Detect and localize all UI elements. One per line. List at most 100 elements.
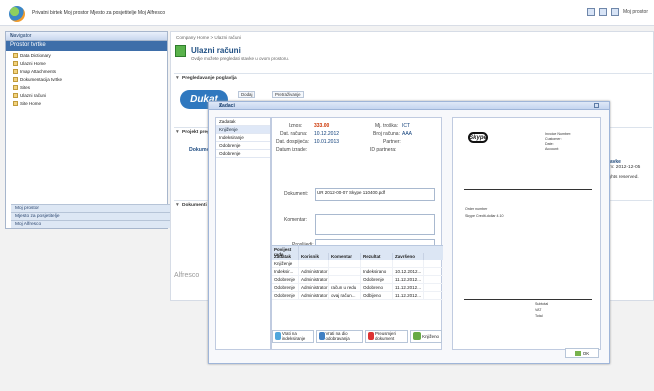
history-title: Povijest rada — [272, 246, 299, 257]
add-button[interactable]: Dodaj — [238, 91, 256, 98]
search-icon[interactable] — [586, 8, 595, 16]
invoice-divider — [464, 299, 592, 300]
folder-icon — [13, 68, 18, 74]
history-table-header: Povijest rada — [272, 246, 443, 257]
booked-button[interactable]: Knjiženo — [410, 329, 442, 343]
close-icon[interactable]: × — [219, 103, 606, 109]
nav-item-data-dictionary[interactable]: Data Dictionary — [6, 51, 167, 59]
section-header-preview[interactable]: ▼ Pregledavanje poglavlja — [174, 73, 652, 83]
cost-center-label: Mj. troška: — [375, 123, 399, 129]
top-toolbar: Moj prostor — [586, 8, 648, 16]
folder-icon — [13, 52, 18, 58]
home-icon[interactable] — [598, 8, 607, 16]
user-icon — [318, 332, 325, 340]
page-description: Ovdje možete pregledati stavke u ovom pr… — [191, 56, 290, 61]
table-row[interactable]: Odobrenje Administrator Odobrenje 11.12.201… — [272, 276, 443, 284]
return-approval-button[interactable]: Vrati na dio odobravanja — [315, 329, 364, 343]
invoice-number-value: AAA — [402, 131, 413, 137]
vat-label: VAT — [535, 308, 542, 312]
created-date-label: Datum izrade: — [276, 147, 308, 153]
top-bar: Privatni birtek Moj prostor Mjesto za po… — [0, 0, 654, 26]
redirect-button[interactable]: Preusmjeri dokument — [365, 329, 409, 343]
page-title: Ulazni računi — [191, 46, 241, 55]
invoice-task-form: Iznos: 333.00 Dat. računa: 10.12.2012 Dat.… — [271, 117, 443, 350]
partner-id-label: ID partnera: — [370, 147, 397, 153]
nav-item-sites[interactable]: Sites — [6, 83, 167, 91]
tab-task[interactable]: Zadatak — [216, 118, 270, 126]
tab-booking[interactable]: Knjiženje — [216, 126, 270, 134]
alfresco-footer-logo: Alfresco — [174, 272, 200, 279]
skype-logo: Skype — [468, 132, 488, 143]
top-right-link[interactable]: Moj prostor — [623, 9, 648, 15]
folder-icon — [13, 60, 18, 66]
collapse-icon: ▼ — [175, 130, 180, 135]
folder-icon — [13, 76, 18, 82]
due-date-label: Dat. dospijeća: — [276, 139, 310, 145]
history-table: Povijest rada Zadatak Korisnik Komentar Rez… — [272, 245, 443, 308]
nav-item-invoices[interactable]: Ulazni računi — [6, 91, 167, 99]
search-button[interactable]: Pretraživanje — [272, 91, 304, 98]
folder-icon — [13, 84, 18, 90]
nav-item-ulazni-home[interactable]: Ulazni Home — [6, 59, 167, 67]
subtotal-label: Subtotal — [535, 302, 549, 306]
navigator-header: Navigator ↻ — [6, 32, 167, 41]
invoice-number-label: Broj računa: — [373, 131, 400, 137]
collapse-icon: ▼ — [175, 76, 180, 81]
total-label: Total — [535, 314, 543, 318]
table-row[interactable]: Knjiženje — [272, 260, 443, 268]
guest-space-link[interactable]: Mjesto za posjetitelje — [11, 212, 172, 220]
refresh-icon[interactable]: ↻ — [10, 33, 164, 39]
tab-indexing[interactable]: Indeksiranje — [216, 134, 270, 142]
folder-page-icon — [175, 45, 186, 57]
tab-approval-1[interactable]: Odobrenje — [216, 142, 270, 150]
invoice-header-line: Date: — [545, 142, 554, 146]
invoice-item: Skype Credit-dollar 4.10 — [465, 214, 504, 218]
check-icon — [574, 350, 581, 356]
app-title: Privatni birtek Moj prostor Mjesto za po… — [32, 10, 166, 16]
invoice-preview: Skype Invoice Number: Customer: Date: Ac… — [452, 117, 601, 350]
invoice-header-line: Invoice Number: — [545, 132, 572, 136]
due-date-value: 10.01.2013 — [314, 139, 340, 145]
company-space-tab[interactable]: Prostor tvrtke — [6, 41, 167, 51]
tab-approval-2[interactable]: Odobrenje — [216, 150, 270, 158]
folder-icon — [13, 100, 18, 106]
nav-item-site-home[interactable]: Site Home — [6, 99, 167, 107]
my-space-link[interactable]: Moj prostor — [11, 204, 172, 212]
check-icon — [413, 332, 422, 340]
document-label: Dokument: — [284, 191, 309, 197]
invoice-order-label: Order number — [465, 207, 488, 211]
history-columns: Zadatak Korisnik Komentar Rezultat Završeno — [272, 253, 443, 260]
table-row[interactable]: Indeksir... Administrator Indeksirano 10.12… — [272, 268, 443, 276]
table-row[interactable]: Odobrenje Administrator ovaj račun... Odbij… — [272, 292, 443, 300]
document-field[interactable]: UR 2012-00-07 Skype 110400.pdf — [315, 188, 435, 201]
navigator-panel: Navigator ↻ Prostor tvrtke Data Dictionar… — [5, 31, 172, 229]
breadcrumb[interactable]: Company Home > Ulazni računi — [176, 35, 241, 40]
invoice-divider — [464, 189, 592, 190]
task-tabs: Zadatak Knjiženje Indeksiranje Odobrenje… — [215, 117, 271, 350]
collapse-icon: ▼ — [175, 203, 180, 208]
invoice-header-line: Customer: — [545, 137, 562, 141]
invoice-header-line: Account: — [545, 147, 559, 151]
comment-field[interactable] — [315, 214, 435, 235]
comment-label: Komentar: — [284, 217, 308, 223]
invoice-date-label: Dat. računa: — [280, 131, 308, 137]
invoice-date-value: 10.12.2012 — [314, 131, 340, 137]
nav-item-imap[interactable]: Imap Attachments — [6, 67, 167, 75]
ok-button[interactable]: OK — [565, 348, 599, 358]
nav-item-documentation[interactable]: Dokumentacija tvrtke — [6, 75, 167, 83]
bottom-navigation: Moj prostor Mjesto za posjetitelje Moj A… — [11, 204, 172, 228]
alfresco-logo — [9, 6, 25, 22]
amount-value: 333.00 — [314, 123, 330, 129]
return-indexing-button[interactable]: Vrati na indeksiranje — [272, 329, 314, 343]
amount-label: Iznos: — [289, 123, 303, 129]
my-alfresco-link[interactable]: Moj Alfresco — [11, 220, 172, 228]
task-dialog: Zadaci × Zadatak Knjiženje Indeksiranje O… — [208, 101, 610, 364]
invoice-folder-icon — [13, 92, 18, 98]
table-row[interactable]: Odobrenje Administrator račun u redu Odobre… — [272, 284, 443, 292]
cost-center-value: ICT — [402, 123, 411, 129]
workflow-actions: Vrati na indeksiranje Vrati na dio odobr… — [272, 328, 442, 344]
return-icon — [275, 332, 281, 340]
dialog-header: Zadaci × — [209, 102, 609, 110]
settings-icon[interactable] — [610, 8, 619, 16]
redirect-icon — [368, 332, 374, 340]
